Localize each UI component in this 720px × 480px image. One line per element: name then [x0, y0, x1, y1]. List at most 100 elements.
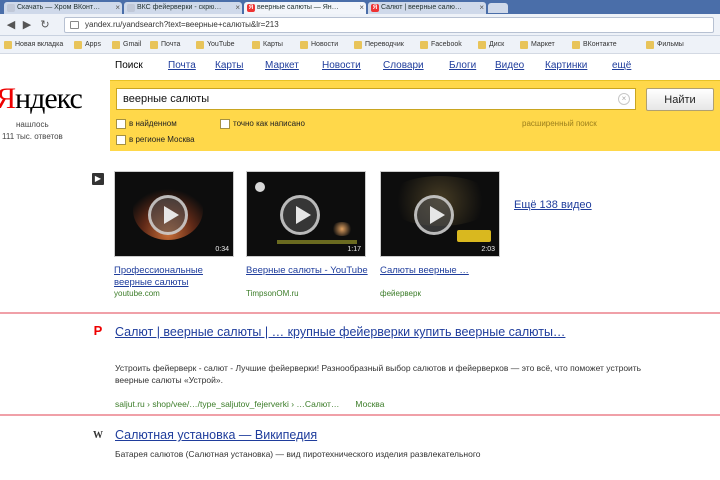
browser-tab-strip: Скачать — Хром ВКонт… × ВКС фейерверки -…: [0, 0, 720, 14]
bookmark-label: ВКонтакте: [583, 41, 617, 48]
bookmark-item[interactable]: Диск: [478, 39, 504, 51]
service-images[interactable]: Картинки: [545, 59, 587, 73]
bookmark-icon: [572, 41, 580, 49]
tab-favicon-icon: [7, 4, 15, 12]
bookmark-icon: [354, 41, 362, 49]
reload-icon[interactable]: ↻: [38, 18, 52, 32]
play-icon[interactable]: [148, 195, 188, 235]
bookmark-item[interactable]: Фильмы: [646, 39, 684, 51]
service-dictionaries[interactable]: Словари: [383, 59, 424, 73]
search-result: W Салютная установка — Википедия Батарея…: [0, 422, 720, 480]
service-maps[interactable]: Карты: [215, 59, 244, 73]
option-in-found[interactable]: в найденном: [116, 118, 177, 130]
option-label: в найденном: [129, 119, 177, 128]
checkbox[interactable]: [220, 119, 230, 129]
result-url-text[interactable]: saljut.ru › shop/vee/…/type_saljutov_fej…: [115, 399, 339, 409]
bookmark-label: Фильмы: [657, 41, 684, 48]
browser-tab-active[interactable]: Я веерные салюты — Ян… ×: [244, 2, 366, 14]
service-search: Поиск: [115, 60, 143, 71]
find-button[interactable]: Найти: [646, 88, 714, 111]
found-label: нашлось: [16, 120, 49, 129]
advanced-search-link[interactable]: расширенный поиск: [522, 118, 597, 130]
yandex-logo[interactable]: Яндекс: [0, 82, 83, 115]
new-tab-button[interactable]: [488, 3, 508, 13]
video-thumbnail[interactable]: 0:34: [114, 171, 234, 257]
bookmark-icon: [478, 41, 486, 49]
bookmark-label: Карты: [263, 41, 283, 48]
bookmark-item[interactable]: Apps: [74, 39, 101, 51]
clear-icon[interactable]: ×: [618, 93, 630, 105]
bookmark-item[interactable]: YouTube: [196, 39, 235, 51]
close-icon[interactable]: ×: [479, 2, 484, 14]
play-icon[interactable]: [414, 195, 454, 235]
close-icon[interactable]: ×: [115, 2, 120, 14]
video-thumbnail[interactable]: 1:17: [246, 171, 366, 257]
results-count: 111 тыс. ответов: [2, 132, 63, 141]
search-input[interactable]: [116, 88, 636, 110]
forward-icon[interactable]: ▶: [20, 18, 34, 32]
service-mail[interactable]: Почта: [168, 59, 196, 73]
browser-tab[interactable]: Я Салют | веерные салю… ×: [368, 2, 486, 14]
bookmark-icon: [646, 41, 654, 49]
service-blogs[interactable]: Блоги: [449, 59, 476, 73]
result-snippet: Устроить фейерверк - салют - Лучшие фейе…: [115, 363, 642, 385]
close-icon[interactable]: ×: [235, 2, 240, 14]
site-favicon-icon: Р: [93, 323, 103, 338]
play-icon[interactable]: [280, 195, 320, 235]
bookmark-label: Переводчик: [365, 41, 404, 48]
bookmark-icon: [420, 41, 428, 49]
checkbox[interactable]: [116, 119, 126, 129]
bookmark-icon: [520, 41, 528, 49]
logo-letter: Я: [0, 82, 16, 115]
option-region[interactable]: в регионе Москва: [116, 134, 195, 146]
close-icon[interactable]: ×: [359, 2, 364, 14]
address-bar[interactable]: yandex.ru/yandsearch?text=веерные+салюты…: [64, 17, 714, 33]
bookmark-item[interactable]: Карты: [252, 39, 283, 51]
bookmark-label: YouTube: [207, 41, 235, 48]
video-duration: 0:34: [215, 246, 229, 253]
browser-tab[interactable]: ВКС фейерверки - скрю… ×: [124, 2, 242, 14]
result-title-link[interactable]: Салютная установка — Википедия: [115, 426, 317, 444]
video-results: ▶ 0:34 1:17 2:03 Профессиональные веерны…: [0, 165, 720, 305]
address-text: yandex.ru/yandsearch?text=веерные+салюты…: [85, 20, 279, 29]
option-exact[interactable]: точно как написано: [220, 118, 305, 130]
service-news[interactable]: Новости: [322, 59, 361, 73]
checkbox[interactable]: [116, 135, 126, 145]
page-info-icon[interactable]: [70, 21, 79, 29]
bookmark-item[interactable]: Маркет: [520, 39, 555, 51]
result-region: Москва: [355, 399, 385, 409]
video-icon: ▶: [92, 173, 104, 185]
yandex-favicon-icon: Я: [247, 4, 255, 12]
video-title-link[interactable]: Веерные салюты - YouTube: [246, 265, 371, 277]
service-market[interactable]: Маркет: [265, 59, 299, 73]
bookmark-item[interactable]: Переводчик: [354, 39, 404, 51]
bookmark-item[interactable]: Gmail: [112, 39, 141, 51]
browser-nav-bar: ◀ ▶ ↻ yandex.ru/yandsearch?text=веерные+…: [0, 14, 720, 36]
firework-image: [255, 182, 265, 192]
video-title-link[interactable]: Салюты веерные …: [380, 265, 505, 277]
video-title-link[interactable]: Профессиональные веерные салюты: [114, 265, 239, 289]
video-thumbnail[interactable]: 2:03: [380, 171, 500, 257]
service-more[interactable]: ещё: [612, 59, 631, 73]
bookmark-icon: [112, 41, 120, 49]
bookmark-item[interactable]: ВКонтакте: [572, 39, 617, 51]
logo-text: ндекс: [15, 82, 83, 115]
service-video[interactable]: Видео: [495, 59, 524, 73]
bookmark-icon: [300, 41, 308, 49]
result-snippet: Батарея салютов (Салютная установка) — в…: [115, 449, 481, 459]
more-videos-link[interactable]: Ещё 138 видео: [514, 199, 592, 211]
bookmark-item[interactable]: Почта: [150, 39, 180, 51]
bookmark-item[interactable]: Новости: [300, 39, 338, 51]
video-source: youtube.com: [114, 289, 160, 298]
bookmark-item[interactable]: Facebook: [420, 39, 462, 51]
result-url[interactable]: saljut.ru › shop/vee/…/type_saljutov_fej…: [115, 398, 384, 410]
bookmark-label: Gmail: [123, 41, 142, 48]
bookmark-item[interactable]: Новая вкладка: [4, 39, 63, 51]
search-result: Р Салют | веерные салюты | … крупные фей…: [0, 312, 720, 416]
browser-tab[interactable]: Скачать — Хром ВКонт… ×: [4, 2, 122, 14]
result-title-link[interactable]: Салют | веерные салюты | … крупные фейер…: [115, 323, 635, 341]
bookmark-label: Маркет: [531, 41, 555, 48]
firework-image: [331, 222, 353, 236]
back-icon[interactable]: ◀: [4, 18, 18, 32]
bookmark-label: Новости: [311, 41, 339, 48]
